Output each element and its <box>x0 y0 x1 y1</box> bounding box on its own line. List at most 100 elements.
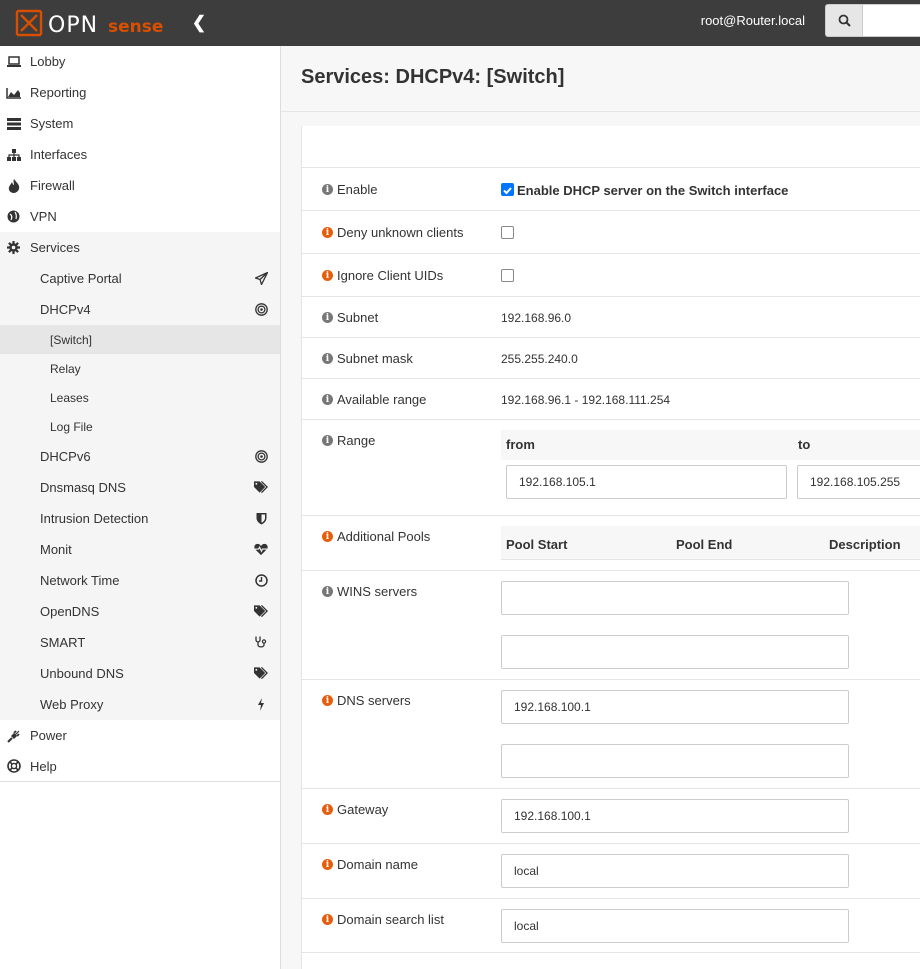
server-icon <box>5 117 22 131</box>
range-to-input[interactable]: 192.168.105.255 <box>797 465 920 499</box>
info-icon[interactable]: i <box>322 227 333 238</box>
info-icon[interactable]: i <box>322 859 333 870</box>
search-icon <box>838 14 851 27</box>
info-icon[interactable]: i <box>322 353 333 364</box>
bolt-icon <box>254 698 268 712</box>
globe-icon <box>5 210 22 224</box>
sidebar-item-label: DHCPv4 <box>40 302 91 317</box>
sidebar-item-network-time[interactable]: Network Time <box>0 565 280 596</box>
sidebar-item-label: Web Proxy <box>40 697 104 712</box>
sidebar-item-power[interactable]: Power <box>0 720 280 751</box>
sidebar-item-intrusion-detection[interactable]: Intrusion Detection <box>0 503 280 534</box>
subnet-mask-label: i Subnet mask <box>322 351 413 366</box>
sidebar-item-services[interactable]: Services <box>0 232 280 263</box>
svg-text:OPN: OPN <box>48 13 98 38</box>
sidebar-item-switch[interactable]: [Switch] <box>0 325 280 354</box>
sidebar-item-label: Network Time <box>40 573 120 588</box>
sidebar-item-label: SMART <box>40 635 86 650</box>
user-label[interactable]: root@Router.local <box>701 13 805 28</box>
area-chart-icon <box>5 86 22 100</box>
sidebar-item-monit[interactable]: Monit <box>0 534 280 565</box>
range-from-input[interactable]: 192.168.105.1 <box>506 465 787 499</box>
enable-checkbox[interactable] <box>501 183 514 196</box>
label-text: Available range <box>337 392 427 407</box>
domain-name-input[interactable]: local <box>501 854 849 888</box>
info-icon[interactable]: i <box>322 586 333 597</box>
enable-row: i Enable Enable DHCP server on the Switch… <box>302 167 920 210</box>
sidebar-item-help[interactable]: Help <box>0 751 280 782</box>
range-to-header: to <box>798 437 811 452</box>
sidebar-item-log-file[interactable]: Log File <box>0 412 280 441</box>
main-content: Services: DHCPv4: [Switch] i Enable Enabl… <box>281 46 920 969</box>
fire-icon <box>5 178 22 193</box>
additional-pools-label: i Additional Pools <box>322 529 430 544</box>
sidebar-item-unbound-dns[interactable]: Unbound DNS <box>0 658 280 689</box>
collapse-sidebar-icon[interactable]: ❮ <box>188 12 210 34</box>
wins-server-2-input[interactable] <box>501 635 849 669</box>
sidebar-item-firewall[interactable]: Firewall <box>0 170 280 201</box>
info-icon[interactable]: i <box>322 184 333 195</box>
info-icon[interactable]: i <box>322 531 333 542</box>
paper-plane-icon <box>254 272 268 286</box>
divider <box>281 111 920 112</box>
sidebar-item-label: Relay <box>50 361 81 376</box>
search-button[interactable] <box>825 4 863 37</box>
bullseye-icon <box>254 450 268 464</box>
sidebar-item-label: Lobby <box>30 54 66 69</box>
sidebar-item-label: System <box>30 116 74 131</box>
sidebar-item-label: Interfaces <box>30 147 88 162</box>
opnsense-logo[interactable]: OPN sense <box>14 6 174 40</box>
page-title: Services: DHCPv4: [Switch] <box>301 66 565 88</box>
sidebar-item-label: Power <box>30 728 67 743</box>
wins-servers-label: i WINS servers <box>322 584 417 599</box>
ignore-uids-checkbox[interactable] <box>501 269 514 282</box>
wins-servers-row: i WINS servers <box>302 570 920 679</box>
sidebar-item-relay[interactable]: Relay <box>0 354 280 383</box>
gateway-input[interactable]: 192.168.100.1 <box>501 799 849 833</box>
info-icon[interactable]: i <box>322 394 333 405</box>
info-icon[interactable]: i <box>322 695 333 706</box>
stethoscope-icon <box>254 636 268 650</box>
sidebar-item-dhcpv6[interactable]: DHCPv6 <box>0 441 280 472</box>
sitemap-icon <box>5 148 22 162</box>
sidebar-item-leases[interactable]: Leases <box>0 383 280 412</box>
shield-icon <box>254 512 268 526</box>
dns-server-1-input[interactable]: 192.168.100.1 <box>501 690 849 724</box>
sidebar-item-label: Monit <box>40 542 72 557</box>
tags-icon <box>254 481 268 495</box>
info-icon[interactable]: i <box>322 270 333 281</box>
sidebar-item-interfaces[interactable]: Interfaces <box>0 139 280 170</box>
label-text: Range <box>337 433 376 448</box>
sidebar-item-dhcpv4[interactable]: DHCPv4 <box>0 294 280 325</box>
sidebar-item-web-proxy[interactable]: Web Proxy <box>0 689 280 720</box>
sidebar-item-vpn[interactable]: VPN <box>0 201 280 232</box>
sidebar-item-label: Help <box>30 758 57 774</box>
subnet-mask-value: 255.255.240.0 <box>501 352 578 366</box>
sidebar-item-system[interactable]: System <box>0 108 280 139</box>
sidebar-item-opendns[interactable]: OpenDNS <box>0 596 280 627</box>
info-icon[interactable]: i <box>322 435 333 446</box>
deny-unknown-checkbox[interactable] <box>501 226 514 239</box>
sidebar-item-smart[interactable]: SMART <box>0 627 280 658</box>
available-range-value: 192.168.96.1 - 192.168.111.254 <box>501 393 671 407</box>
enable-label: i Enable <box>322 182 377 197</box>
sidebar-item-captive-portal[interactable]: Captive Portal <box>0 263 280 294</box>
info-icon[interactable]: i <box>322 312 333 323</box>
domain-name-row: i Domain name local <box>302 843 920 898</box>
ignore-uids-row: i Ignore Client UIDs <box>302 253 920 296</box>
dns-server-2-input[interactable] <box>501 744 849 778</box>
wins-server-1-input[interactable] <box>501 581 849 615</box>
cog-icon <box>5 241 22 255</box>
sidebar-item-reporting[interactable]: Reporting <box>0 77 280 108</box>
sidebar-item-label: Log File <box>50 419 93 434</box>
label-text: Subnet <box>337 310 379 325</box>
domain-search-input[interactable]: local <box>501 909 849 943</box>
enable-checkbox-text: Enable DHCP server on the Switch interfa… <box>517 183 789 198</box>
gateway-row: i Gateway 192.168.100.1 <box>302 788 920 843</box>
info-icon[interactable]: i <box>322 804 333 815</box>
search-input[interactable] <box>863 4 920 37</box>
sidebar-item-dnsmasq-dns[interactable]: Dnsmasq DNS <box>0 472 280 503</box>
additional-pools-row: i Additional Pools Pool Start Pool End De… <box>302 515 920 570</box>
info-icon[interactable]: i <box>322 914 333 925</box>
sidebar-item-lobby[interactable]: Lobby <box>0 46 280 77</box>
